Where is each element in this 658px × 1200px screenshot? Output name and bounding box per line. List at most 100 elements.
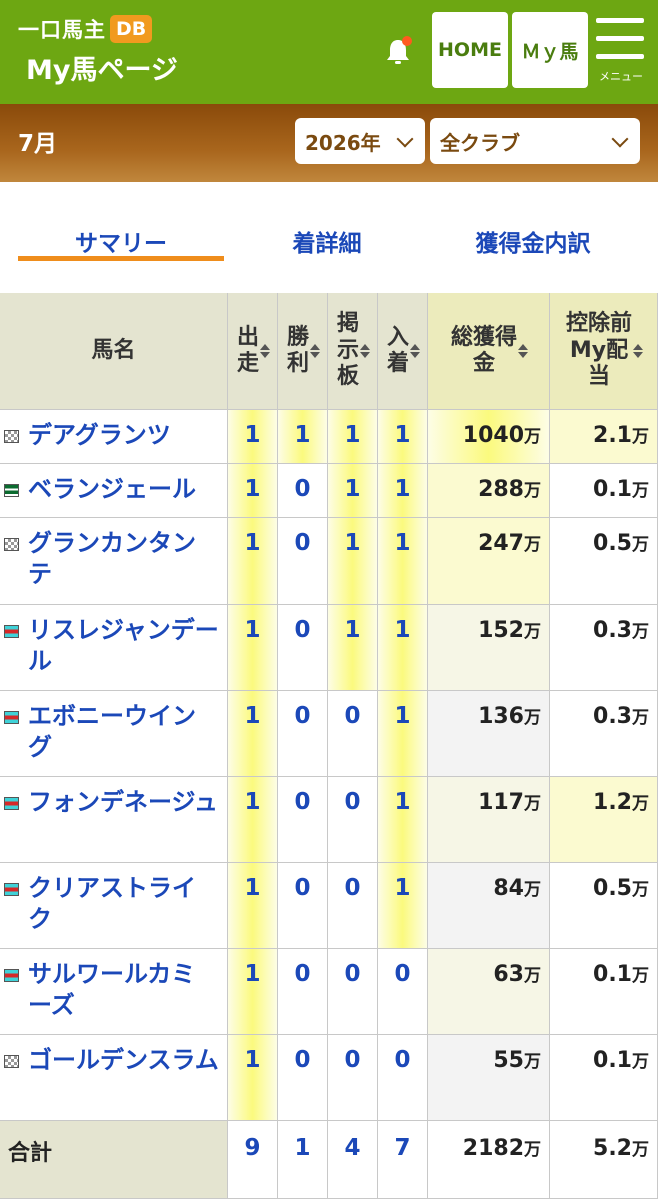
year-select[interactable]: 2026年 (295, 118, 425, 164)
total-value: 55 (493, 1048, 524, 1073)
horse-name-link[interactable]: エボニーウイング (0, 691, 228, 777)
unit-label: 万 (524, 1052, 541, 1072)
cell-board: 0 (328, 863, 378, 949)
silks-icon (4, 711, 19, 724)
cell-board: 0 (328, 777, 378, 863)
logo-text: 一口馬主 (18, 18, 106, 42)
silks-icon (4, 484, 19, 497)
cell-my: 2.1万 (550, 410, 658, 464)
silks-icon (4, 430, 19, 443)
total-starts: 9 (228, 1121, 278, 1199)
hamburger-icon (596, 36, 644, 41)
header-label: 控除前 My配当 (565, 311, 632, 390)
column-header-wins[interactable]: 勝利 (278, 293, 328, 410)
month-label: 7月 (18, 131, 58, 157)
column-header-placed[interactable]: 入着 (378, 293, 428, 410)
horse-name: ベランジェール (28, 475, 196, 503)
silks-icon (4, 625, 19, 638)
header-label: 総獲得金 (450, 324, 517, 376)
tab-prize-breakdown[interactable]: 獲得金内訳 (430, 224, 636, 258)
cell-board: 0 (328, 949, 378, 1035)
bell-icon[interactable] (382, 36, 414, 68)
horse-name-link[interactable]: クリアストライク (0, 863, 228, 949)
unit-label: 万 (632, 622, 649, 642)
total-my-value: 5.2 (593, 1136, 632, 1161)
cell-my: 0.3万 (550, 605, 658, 691)
cell-my: 0.5万 (550, 863, 658, 949)
horse-name-link[interactable]: リスレジャンデール (0, 605, 228, 691)
site-logo[interactable]: 一口馬主 DB (18, 14, 153, 44)
cell-starts: 1 (228, 1035, 278, 1121)
total-value: 152 (478, 618, 524, 643)
unit-label: 万 (632, 1140, 649, 1160)
silks-icon (4, 883, 19, 896)
menu-button[interactable]: メニュー (596, 18, 646, 96)
cell-placed: 1 (378, 863, 428, 949)
tab-finish-detail[interactable]: 着詳細 (224, 224, 430, 258)
column-header-board[interactable]: 掲示板 (328, 293, 378, 410)
unit-label: 万 (632, 481, 649, 501)
horse-name: グランカンタンテ (28, 529, 196, 589)
total-value: 84 (493, 876, 524, 901)
cell-starts: 1 (228, 863, 278, 949)
cell-starts: 1 (228, 691, 278, 777)
column-header-name[interactable]: 馬名 (0, 293, 228, 410)
myuma-button[interactable]: Ｍｙ馬 (512, 12, 588, 88)
header-label: 出走 (236, 324, 259, 376)
column-header-my[interactable]: 控除前 My配当 (550, 293, 658, 410)
total-value: 1040 (462, 423, 524, 448)
total-value: 247 (478, 531, 524, 556)
cell-board: 0 (328, 1035, 378, 1121)
cell-my: 0.3万 (550, 691, 658, 777)
horse-name: フォンデネージュ (28, 788, 218, 816)
horse-name-link[interactable]: グランカンタンテ (0, 518, 228, 605)
silks-icon (4, 797, 19, 810)
cell-placed: 0 (378, 949, 428, 1035)
unit-label: 万 (632, 966, 649, 986)
my-value: 0.5 (593, 876, 632, 901)
cell-wins: 0 (278, 949, 328, 1035)
cell-wins: 0 (278, 1035, 328, 1121)
unit-label: 万 (524, 880, 541, 900)
column-header-starts[interactable]: 出走 (228, 293, 278, 410)
cell-wins: 0 (278, 777, 328, 863)
cell-board: 0 (328, 691, 378, 777)
unit-label: 万 (632, 708, 649, 728)
my-value: 0.1 (593, 477, 632, 502)
hamburger-icon (596, 18, 644, 23)
sort-icon (633, 344, 643, 358)
horse-name-link[interactable]: デアグランツ (0, 410, 228, 464)
cell-board: 1 (328, 464, 378, 518)
cell-total: 247万 (428, 518, 550, 605)
cell-total: 63万 (428, 949, 550, 1035)
logo-badge: DB (110, 15, 153, 43)
my-value: 0.3 (593, 704, 632, 729)
total-my: 5.2万 (550, 1121, 658, 1199)
page-title: My馬ページ (26, 55, 178, 86)
cell-starts: 1 (228, 605, 278, 691)
cell-total: 117万 (428, 777, 550, 863)
unit-label: 万 (632, 427, 649, 447)
tab-summary[interactable]: サマリー (18, 224, 224, 258)
cell-starts: 1 (228, 777, 278, 863)
cell-my: 0.1万 (550, 1035, 658, 1121)
home-button[interactable]: HOME (432, 12, 508, 88)
horse-name-link[interactable]: サルワールカミーズ (0, 949, 228, 1035)
sort-icon (360, 344, 370, 358)
silks-icon (4, 969, 19, 982)
filter-bar: 7月 2026年 全クラブ (0, 104, 658, 182)
header-label: 勝利 (286, 324, 309, 376)
horse-name-link[interactable]: ベランジェール (0, 464, 228, 518)
cell-total: 55万 (428, 1035, 550, 1121)
header-label: 掲示板 (336, 311, 359, 390)
club-select[interactable]: 全クラブ (430, 118, 640, 164)
cell-placed: 1 (378, 464, 428, 518)
cell-board: 1 (328, 605, 378, 691)
my-value: 0.3 (593, 618, 632, 643)
horse-name: デアグランツ (28, 421, 171, 449)
column-header-total[interactable]: 総獲得金 (428, 293, 550, 410)
horse-name-link[interactable]: フォンデネージュ (0, 777, 228, 863)
horse-name-link[interactable]: ゴールデンスラム (0, 1035, 228, 1121)
unit-label: 万 (524, 535, 541, 555)
sort-icon (260, 344, 270, 358)
